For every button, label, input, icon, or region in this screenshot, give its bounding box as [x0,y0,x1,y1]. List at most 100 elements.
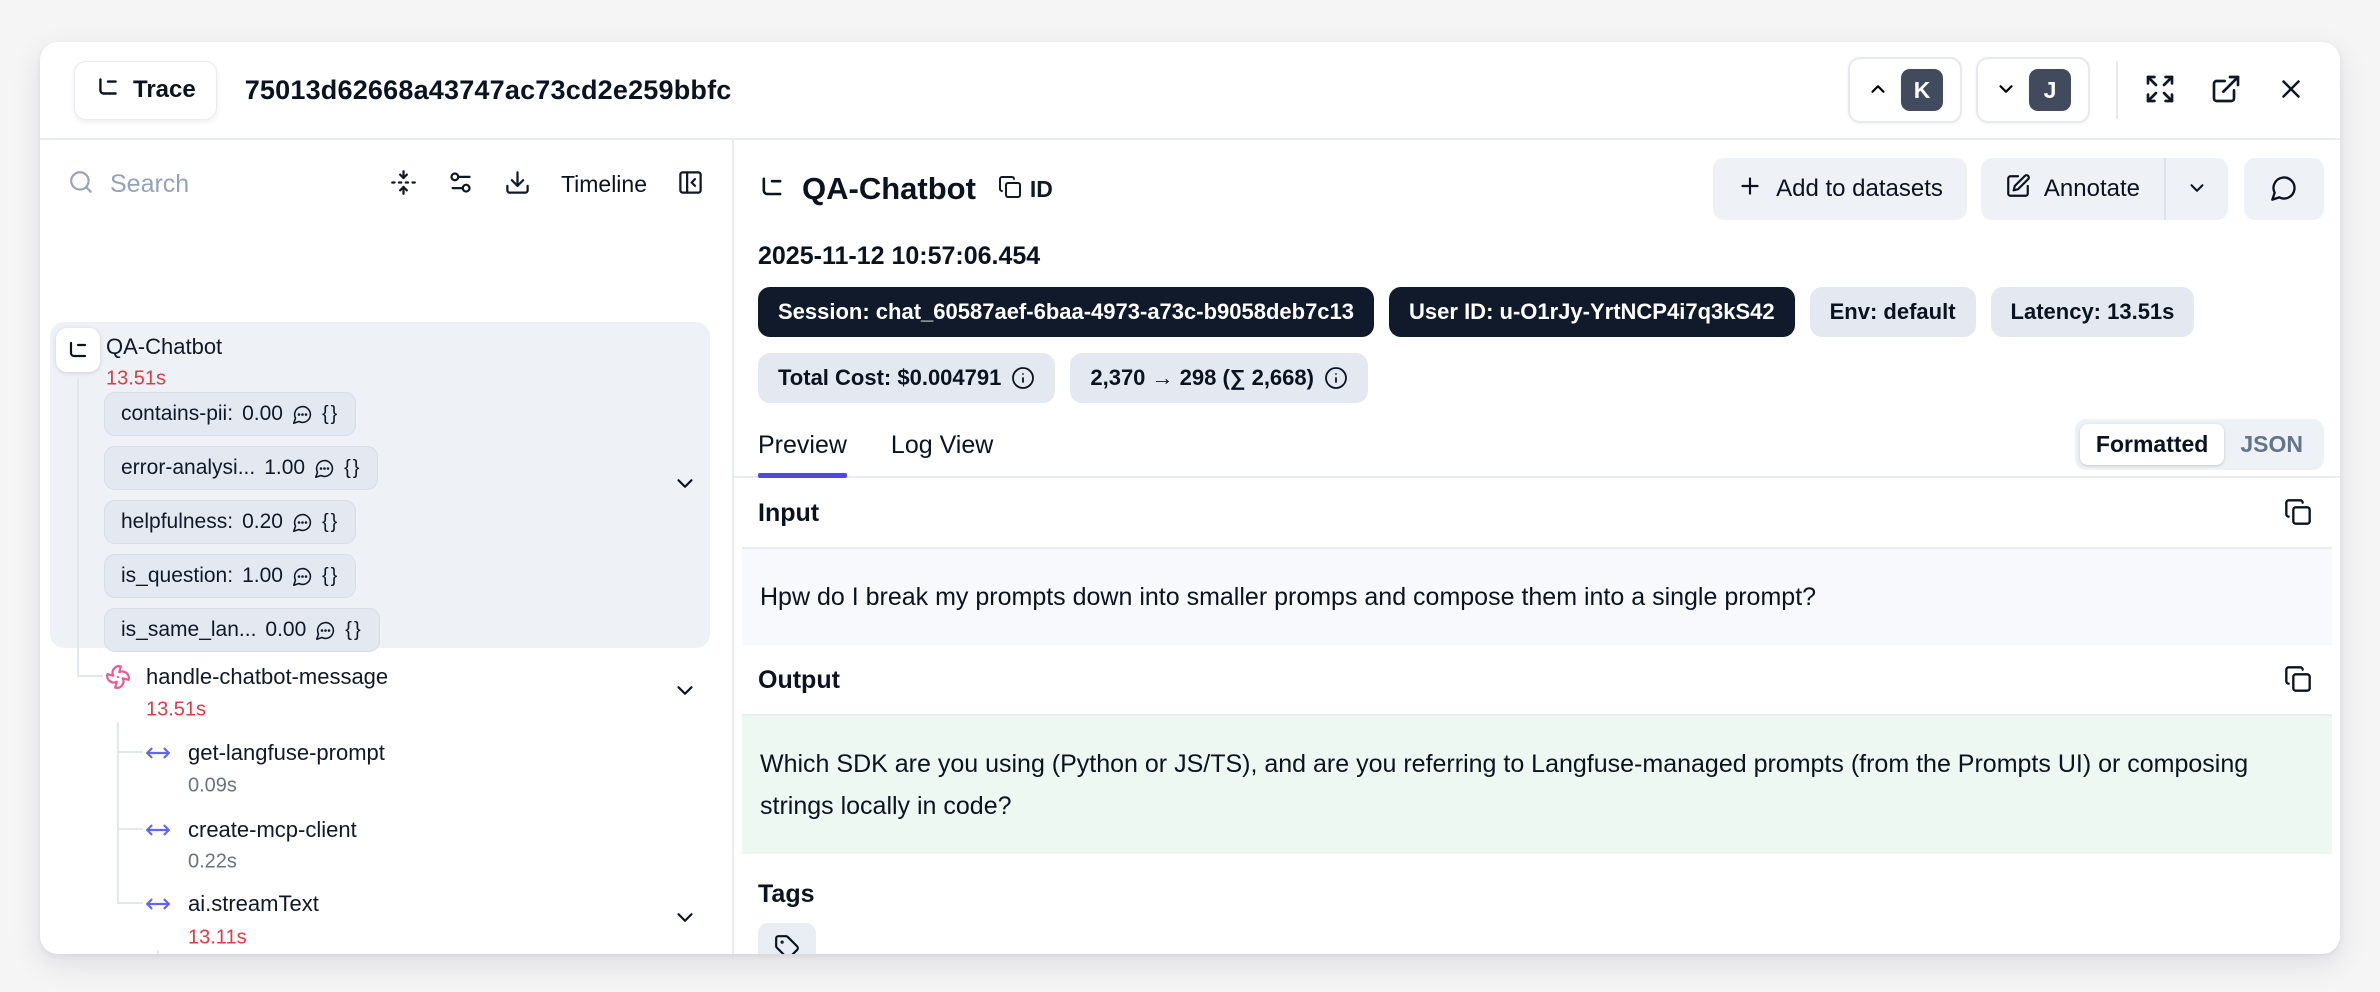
tree-node-label[interactable]: create-mcp-client [188,817,357,843]
tree-guide-line [117,722,119,904]
chevron-down-icon [1995,78,2017,103]
trace-detail-panel: QA-Chatbot ID Add to datasets Annot [734,140,2340,954]
comment-bubble-icon [292,566,313,587]
comment-bubble-icon [2270,174,2298,205]
add-to-datasets-label: Add to datasets [1776,175,1943,203]
metric-badge[interactable]: 2,370 → 298 (∑ 2,668) [1070,353,1368,403]
list-tree-icon[interactable] [56,328,100,372]
score-badge[interactable]: is_same_lan...0.00{} [104,608,380,652]
score-value: 0.00 [265,618,306,642]
annotate-label: Annotate [2044,175,2140,203]
download-button[interactable] [504,169,531,199]
copy-id-button[interactable]: ID [998,175,1053,204]
metadata-braces: {} [322,403,339,426]
info-icon[interactable] [1011,366,1035,390]
annotate-button[interactable]: Annotate [1981,158,2164,220]
next-trace-button[interactable]: J [1976,57,2090,123]
tab-log-view[interactable]: Log View [891,431,993,476]
score-name: error-analysi... [121,456,255,480]
trace-tree-sidebar: Search Timeline QA-Chatbot13.51scontains… [40,140,734,954]
edit-icon [2005,173,2031,206]
metadata-braces: {} [322,511,339,534]
copy-icon [2284,665,2312,696]
span-icon [145,891,171,917]
metadata-braces: {} [322,565,339,588]
toggle-json[interactable]: JSON [2224,424,2319,465]
tree-node-label[interactable]: handle-chatbot-message [146,664,388,690]
trace-metric-badges: Total Cost: $0.004791 2,370 → 298 (∑ 2,66… [758,353,2324,403]
view-tabs-row: Preview Log View FormattedJSON [734,419,2340,478]
light-meta-badge[interactable]: Latency: 13.51s [1991,287,2195,337]
annotate-dropdown-button[interactable] [2164,158,2228,220]
chevron-down-icon[interactable] [672,905,698,936]
download-icon [504,169,531,199]
input-content: Hpw do I break my prompts down into smal… [742,547,2332,645]
score-badge[interactable]: is_question:1.00{} [104,554,356,598]
comment-bubble-icon [292,404,313,425]
panel-close-icon [677,169,704,199]
metadata-braces: {} [345,619,362,642]
trace-meta-badges: Session: chat_60587aef-6baa-4973-a73c-b9… [758,287,2324,337]
close-icon [2276,74,2306,107]
copy-input-button[interactable] [2284,498,2312,529]
expand-icon [2144,73,2176,108]
tree-node-duration: 0.09s [188,775,237,797]
collapse-all-button[interactable] [390,169,417,199]
timeline-label: Timeline [561,171,647,198]
comment-bubble-icon [314,458,335,479]
dark-meta-badge[interactable]: User ID: u-O1rJy-YrtNCP4i7q3kS42 [1389,287,1795,337]
tab-preview[interactable]: Preview [758,431,847,476]
info-icon[interactable] [1324,366,1348,390]
chevron-down-icon[interactable] [672,678,698,709]
light-meta-badge[interactable]: Env: default [1810,287,1976,337]
tree-node-label[interactable]: get-langfuse-prompt [188,740,385,766]
score-name: is_question: [121,564,233,588]
dark-meta-badge[interactable]: Session: chat_60587aef-6baa-4973-a73c-b9… [758,287,1374,337]
add-tag-button[interactable] [758,923,816,954]
output-content: Which SDK are you using (Python or JS/TS… [742,714,2332,854]
add-to-datasets-button[interactable]: Add to datasets [1713,158,1967,220]
external-link-icon [2210,73,2242,108]
topbar-divider [2116,61,2118,119]
close-button[interactable] [2276,74,2306,107]
tree-guide-line [157,950,159,954]
tree-root-label[interactable]: QA-Chatbot [106,334,222,360]
metadata-braces: {} [344,457,361,480]
copy-icon [998,175,1022,204]
tree-settings-button[interactable] [447,169,474,199]
fold-vertical-icon [390,169,417,199]
score-badge[interactable]: error-analysi... 1.00 {} [104,446,378,490]
trace-title: QA-Chatbot [802,171,976,207]
search-placeholder: Search [110,170,189,199]
tree-node-label[interactable]: ai.streamText [188,891,319,917]
tree-node-duration: 13.11s [188,927,247,949]
span-icon [145,817,171,843]
timeline-toggle[interactable]: Timeline [561,171,647,198]
open-external-button[interactable] [2210,73,2242,108]
format-toggle: FormattedJSON [2075,419,2324,470]
copy-output-button[interactable] [2284,665,2312,696]
span-icon [145,740,171,766]
score-value: 1.00 [264,456,305,480]
search-input[interactable]: Search [68,169,370,200]
shortcut-k-key: K [1901,69,1943,111]
score-value: 0.20 [242,510,283,534]
id-label: ID [1030,176,1053,203]
tree-guide-line [117,828,143,830]
comments-button[interactable] [2244,158,2324,220]
score-badge[interactable]: contains-pii:0.00{} [104,392,356,436]
expand-button[interactable] [2144,73,2176,108]
score-badge[interactable]: helpfulness:0.20{} [104,500,356,544]
toggle-formatted[interactable]: Formatted [2080,424,2224,465]
metric-badge[interactable]: Total Cost: $0.004791 [758,353,1055,403]
tree-guide-line [117,902,143,904]
collapse-sidebar-button[interactable] [677,169,704,199]
copy-icon [2284,498,2312,529]
trace-type-badge: Trace [74,61,217,120]
input-section-title: Input [758,499,819,528]
tree-root-duration: 13.51s [106,368,166,391]
tree-node-duration: 13.51s [146,699,206,721]
chevron-down-icon[interactable] [672,471,698,502]
previous-trace-button[interactable]: K [1848,57,1962,123]
tags-section-title: Tags [758,880,815,909]
